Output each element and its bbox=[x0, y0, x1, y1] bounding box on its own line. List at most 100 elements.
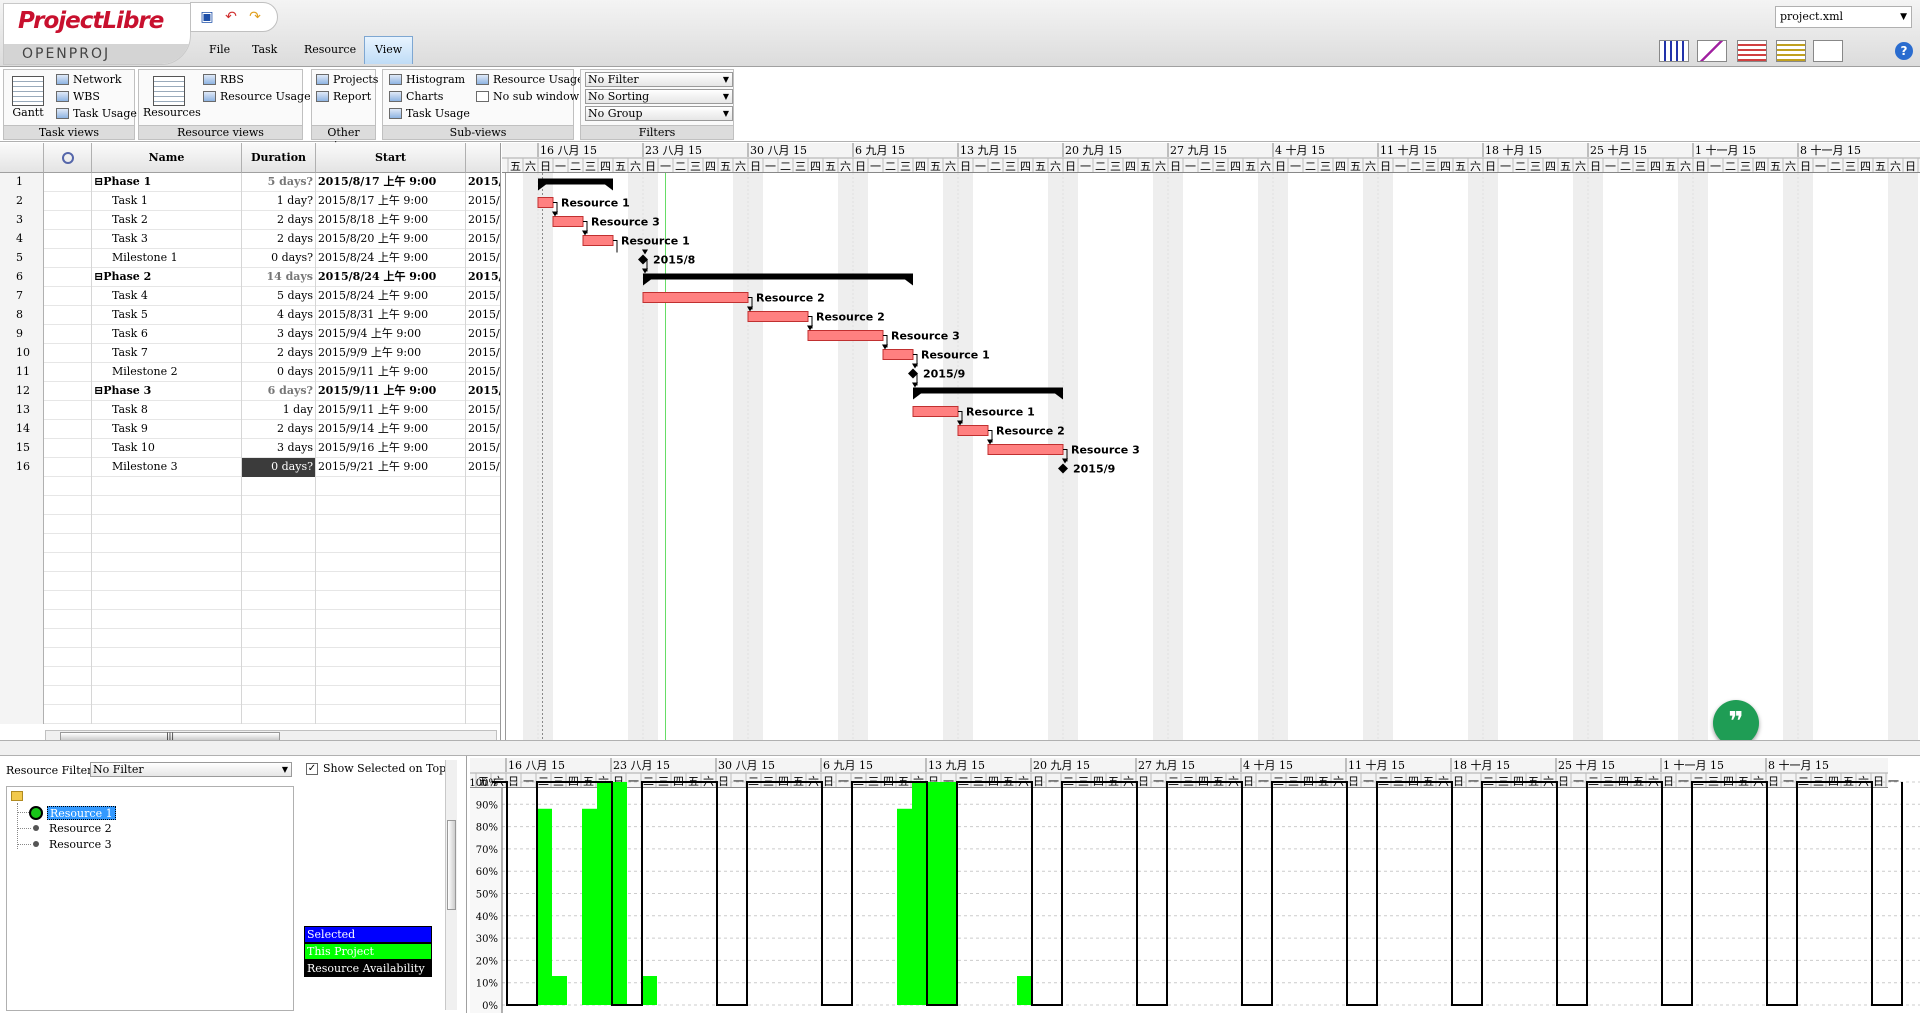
table-row[interactable]: 13 Task 81 day2015/9/11 上午 9:002015/9 bbox=[0, 401, 500, 420]
gantt-button[interactable]: Gantt bbox=[8, 76, 48, 119]
resource-usage-toolbar-icon[interactable] bbox=[1776, 40, 1806, 62]
empty-row[interactable] bbox=[0, 572, 500, 591]
finish-cell[interactable]: 2015/9 bbox=[466, 439, 500, 458]
indicator-cell[interactable] bbox=[44, 211, 92, 230]
start-cell[interactable]: 2015/9/14 上午 9:00 bbox=[316, 420, 466, 439]
start-cell[interactable]: 2015/9/11 上午 9:00 bbox=[316, 401, 466, 420]
undo-icon[interactable]: ↶ bbox=[223, 9, 239, 25]
finish-cell[interactable]: 2015/ bbox=[466, 173, 500, 192]
task-name-cell[interactable]: Milestone 2 bbox=[92, 363, 242, 382]
scroll-thumb[interactable] bbox=[447, 820, 456, 910]
empty-cell[interactable] bbox=[466, 515, 500, 534]
empty-cell[interactable] bbox=[0, 686, 44, 705]
tree-resource-2[interactable]: Resource 2 bbox=[47, 822, 114, 836]
table-row[interactable]: 9 Task 63 days2015/9/4 上午 9:002015/9 bbox=[0, 325, 500, 344]
start-cell[interactable]: 2015/8/17 上午 9:00 bbox=[316, 192, 466, 211]
empty-cell[interactable] bbox=[92, 572, 242, 591]
duration-cell[interactable]: 3 days bbox=[242, 439, 316, 458]
duration-cell[interactable]: 0 days? bbox=[242, 458, 316, 477]
group-select[interactable]: No Group ▼ bbox=[585, 106, 733, 121]
task-name-cell[interactable]: Task 1 bbox=[92, 192, 242, 211]
empty-cell[interactable] bbox=[316, 610, 466, 629]
task-usage-button[interactable]: Task Usage bbox=[56, 106, 137, 122]
sorting-select[interactable]: No Sorting ▼ bbox=[585, 89, 733, 104]
duration-header[interactable]: Duration bbox=[242, 143, 316, 173]
no-subwindow-toolbar-icon[interactable] bbox=[1813, 40, 1843, 62]
empty-cell[interactable] bbox=[242, 515, 316, 534]
start-cell[interactable]: 2015/9/9 上午 9:00 bbox=[316, 344, 466, 363]
table-row[interactable]: 12 ⊟Phase 36 days? 2015/9/11 上午 9:00 2015/ bbox=[0, 382, 500, 401]
row-number[interactable]: 5 bbox=[0, 249, 44, 268]
duration-cell[interactable]: 4 days bbox=[242, 306, 316, 325]
empty-cell[interactable] bbox=[92, 553, 242, 572]
start-cell[interactable]: 2015/8/24 上午 9:00 bbox=[316, 249, 466, 268]
charts-button[interactable]: Charts bbox=[389, 89, 443, 105]
indicator-cell[interactable] bbox=[44, 268, 92, 287]
empty-cell[interactable] bbox=[316, 534, 466, 553]
grid-horizontal-scrollbar[interactable]: ||| bbox=[45, 730, 497, 740]
duration-cell[interactable]: 14 days bbox=[242, 268, 316, 287]
empty-cell[interactable] bbox=[44, 534, 92, 553]
resource-usage-button[interactable]: Resource Usage bbox=[203, 89, 311, 105]
table-row[interactable]: 4 Task 32 days2015/8/20 上午 9:002015/8 bbox=[0, 230, 500, 249]
indicator-cell[interactable] bbox=[44, 420, 92, 439]
show-selected-checkbox[interactable]: ✓ bbox=[306, 763, 318, 775]
empty-cell[interactable] bbox=[242, 534, 316, 553]
table-row[interactable]: 5 Milestone 10 days? 2015/8/24 上午 9:00 2015… bbox=[0, 249, 500, 268]
empty-cell[interactable] bbox=[0, 591, 44, 610]
finish-cell[interactable]: 2015/9 bbox=[466, 363, 500, 382]
empty-cell[interactable] bbox=[92, 629, 242, 648]
task-name-cell[interactable]: Task 3 bbox=[92, 230, 242, 249]
empty-cell[interactable] bbox=[316, 648, 466, 667]
empty-row[interactable] bbox=[0, 534, 500, 553]
empty-cell[interactable] bbox=[44, 705, 92, 724]
empty-cell[interactable] bbox=[92, 534, 242, 553]
empty-cell[interactable] bbox=[466, 553, 500, 572]
no-sub-window-button[interactable]: No sub window bbox=[476, 89, 579, 105]
start-header[interactable]: Start bbox=[316, 143, 466, 173]
menu-file[interactable]: File bbox=[198, 36, 241, 64]
duration-cell[interactable]: 2 days bbox=[242, 211, 316, 230]
empty-cell[interactable] bbox=[316, 477, 466, 496]
empty-cell[interactable] bbox=[316, 667, 466, 686]
empty-row[interactable] bbox=[0, 705, 500, 724]
empty-row[interactable] bbox=[0, 686, 500, 705]
finish-cell[interactable]: 2015/8 bbox=[466, 211, 500, 230]
empty-cell[interactable] bbox=[44, 629, 92, 648]
empty-row[interactable] bbox=[0, 591, 500, 610]
table-row[interactable]: 6 ⊟Phase 2 14 days 2015/8/24 上午 9:00 2015/ bbox=[0, 268, 500, 287]
empty-cell[interactable] bbox=[466, 496, 500, 515]
indicators-header[interactable] bbox=[44, 143, 92, 173]
start-cell[interactable]: 2015/8/24 上午 9:00 bbox=[316, 287, 466, 306]
row-number[interactable]: 14 bbox=[0, 420, 44, 439]
save-icon[interactable]: ▣ bbox=[199, 9, 215, 25]
redo-icon[interactable]: ↷ bbox=[247, 9, 263, 25]
row-number[interactable]: 13 bbox=[0, 401, 44, 420]
start-cell[interactable]: 2015/9/11 上午 9:00 bbox=[316, 363, 466, 382]
empty-cell[interactable] bbox=[44, 477, 92, 496]
duration-cell[interactable]: 5 days? bbox=[242, 173, 316, 192]
empty-row[interactable] bbox=[0, 648, 500, 667]
table-row[interactable]: 14 Task 92 days2015/9/14 上午 9:002015/9 bbox=[0, 420, 500, 439]
histogram-button[interactable]: Histogram bbox=[389, 72, 465, 88]
task-name-cell[interactable]: Task 5 bbox=[92, 306, 242, 325]
empty-cell[interactable] bbox=[44, 686, 92, 705]
row-number[interactable]: 12 bbox=[0, 382, 44, 401]
indicator-cell[interactable] bbox=[44, 192, 92, 211]
task-name-cell[interactable]: Task 7 bbox=[92, 344, 242, 363]
empty-cell[interactable] bbox=[242, 705, 316, 724]
task-name-cell[interactable]: Task 8 bbox=[92, 401, 242, 420]
empty-cell[interactable] bbox=[92, 591, 242, 610]
duration-cell[interactable]: 2 days bbox=[242, 230, 316, 249]
task-usage-toolbar-icon[interactable] bbox=[1737, 40, 1767, 62]
empty-cell[interactable] bbox=[242, 610, 316, 629]
indicator-cell[interactable] bbox=[44, 230, 92, 249]
task-name-cell[interactable]: Milestone 1 bbox=[92, 249, 242, 268]
row-number[interactable]: 16 bbox=[0, 458, 44, 477]
tree-resource-3[interactable]: Resource 3 bbox=[47, 838, 114, 852]
menu-view[interactable]: View bbox=[364, 36, 414, 64]
report-button[interactable]: Report bbox=[316, 89, 371, 105]
empty-cell[interactable] bbox=[0, 477, 44, 496]
empty-cell[interactable] bbox=[44, 648, 92, 667]
scroll-thumb[interactable]: ||| bbox=[60, 732, 280, 740]
